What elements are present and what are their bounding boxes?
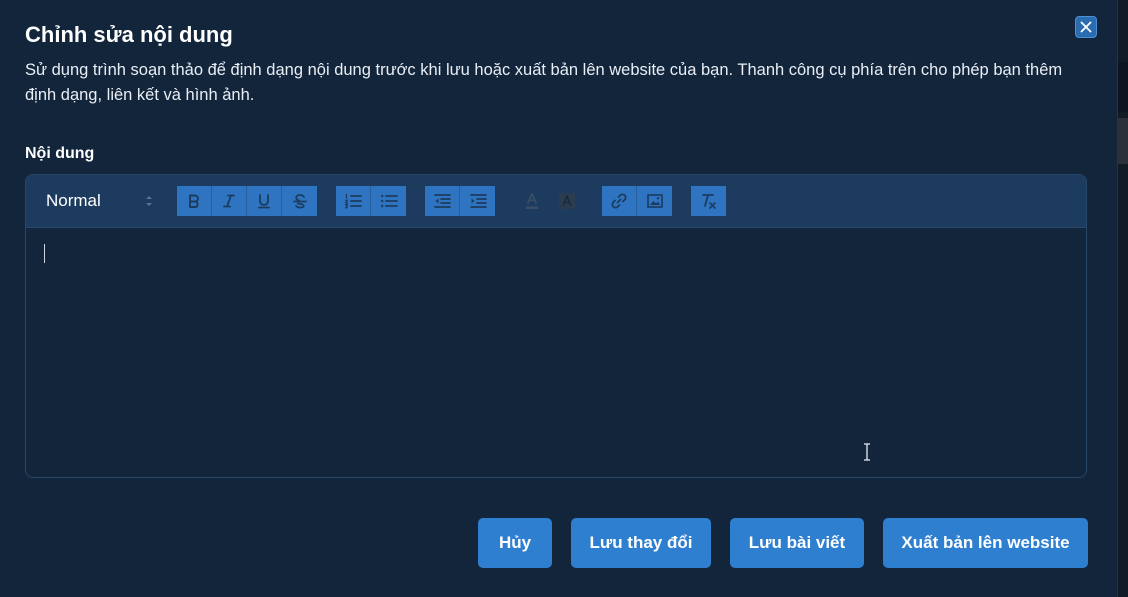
format-select[interactable]: Normal (46, 189, 154, 213)
edit-content-dialog: Chỉnh sửa nội dung Sử dụng trình soạn th… (0, 0, 1118, 597)
link-icon (611, 193, 627, 209)
save-post-button[interactable]: Lưu bài viết (730, 518, 864, 568)
bullet-list-button[interactable] (371, 186, 406, 216)
indent-group (425, 186, 495, 216)
link-button[interactable] (602, 186, 637, 216)
underline-button[interactable] (247, 186, 282, 216)
outdent-icon (434, 194, 451, 208)
underline-icon (258, 194, 270, 209)
text-cursor-icon (864, 443, 870, 461)
outdent-button[interactable] (425, 186, 460, 216)
insert-group (602, 186, 672, 216)
image-button[interactable] (637, 186, 672, 216)
text-color-icon (525, 193, 538, 209)
italic-button[interactable] (212, 186, 247, 216)
close-icon (1080, 21, 1092, 33)
publish-button[interactable]: Xuất bản lên website (883, 518, 1088, 568)
bold-icon (189, 194, 199, 208)
strikethrough-icon (292, 194, 307, 209)
editor-toolbar: Normal (26, 175, 1086, 228)
indent-icon (469, 194, 487, 208)
italic-icon (223, 194, 235, 208)
editor-content-area[interactable] (26, 228, 1086, 477)
page-scrollbar[interactable] (1118, 0, 1128, 597)
format-select-value: Normal (46, 191, 101, 210)
rich-text-editor: Normal (25, 174, 1087, 478)
list-group (336, 186, 406, 216)
bold-button[interactable] (177, 186, 212, 216)
background-color-button[interactable] (549, 186, 584, 216)
clear-format-button[interactable] (691, 186, 726, 216)
scrollbar-thumb[interactable] (1118, 118, 1128, 164)
scrollbar-track (1118, 62, 1128, 112)
image-icon (646, 194, 663, 208)
color-group (514, 186, 584, 216)
text-caret (44, 244, 45, 263)
dialog-title: Chỉnh sửa nội dung (25, 22, 233, 47)
clear-format-icon (701, 194, 716, 209)
clean-group (691, 186, 726, 216)
text-color-button[interactable] (514, 186, 549, 216)
content-field-label: Nội dung (25, 145, 95, 162)
dialog-description: Sử dụng trình soạn thảo để định dạng nội… (25, 61, 1063, 104)
text-style-group (177, 186, 317, 216)
indent-button[interactable] (460, 186, 495, 216)
select-arrows-icon (146, 196, 152, 206)
ordered-list-button[interactable] (336, 186, 371, 216)
cancel-button[interactable]: Hủy (478, 518, 552, 568)
background-color-icon (558, 193, 575, 209)
ordered-list-icon (344, 193, 362, 209)
strikethrough-button[interactable] (282, 186, 317, 216)
close-button[interactable] (1075, 16, 1097, 38)
save-changes-button[interactable]: Lưu thay đổi (571, 518, 711, 568)
bullet-list-icon (380, 194, 398, 208)
